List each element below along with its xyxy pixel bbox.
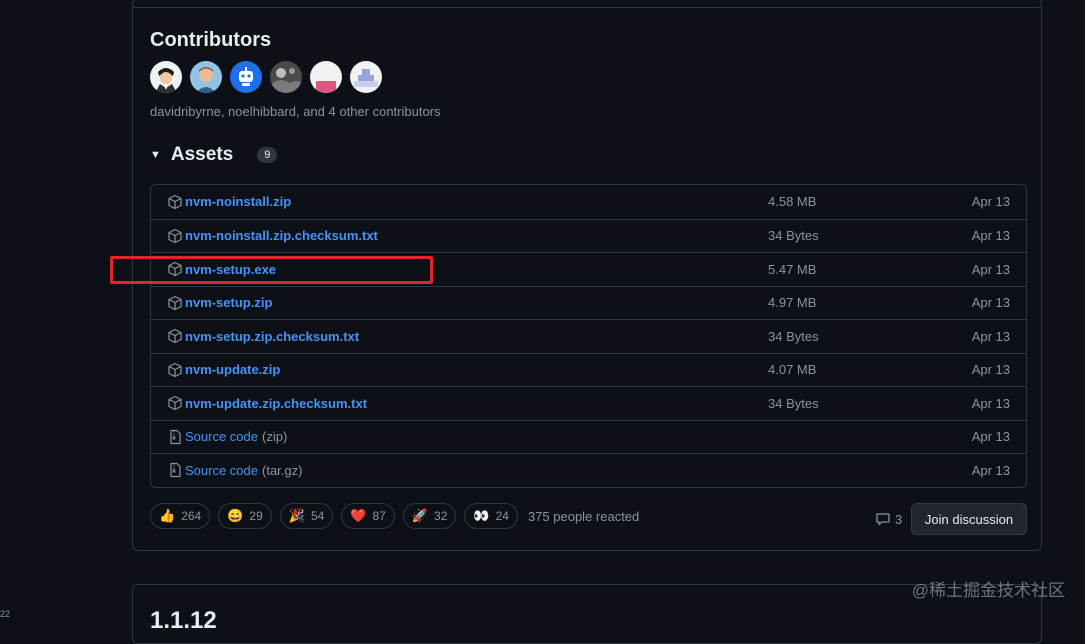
avatar[interactable] [350, 61, 382, 93]
asset-name[interactable]: nvm-noinstall.zip.checksum.txt [185, 228, 378, 243]
reaction-thumbs-up[interactable]: 👍 264 [150, 503, 211, 529]
reaction-laugh[interactable]: 😄 29 [218, 503, 272, 529]
asset-size: 5.47 MB [768, 261, 817, 277]
reaction-count: 54 [310, 509, 325, 523]
asset-row: nvm-update.zip 4.07 MB Apr 13 [151, 352, 1026, 387]
asset-date: Apr 13 [971, 429, 1010, 445]
caret-down-icon[interactable]: ▼ [150, 149, 161, 161]
hooray-icon: 🎉 [288, 508, 305, 523]
asset-link[interactable]: nvm-noinstall.zip.checksum.txt [167, 228, 378, 244]
asset-row: nvm-noinstall.zip 4.58 MB Apr 13 [151, 185, 1026, 219]
asset-row: nvm-setup.exe 5.47 MB Apr 13 [151, 252, 1026, 286]
avatar[interactable] [230, 61, 262, 93]
source-code-link[interactable]: Source code (tar.gz) [167, 462, 302, 478]
asset-name[interactable]: nvm-setup.zip.checksum.txt [185, 329, 359, 344]
assets-count-badge: 9 [257, 147, 278, 163]
asset-size: 4.07 MB [768, 362, 817, 378]
reaction-count: 87 [372, 509, 386, 523]
package-icon [168, 194, 182, 209]
package-icon [168, 295, 182, 310]
assets-heading: Assets [170, 144, 234, 165]
avatar[interactable] [190, 61, 222, 93]
reactions-summary: 375 people reacted [527, 508, 640, 524]
file-zip-icon [170, 429, 181, 444]
comment-icon [876, 513, 890, 526]
assets-list: nvm-noinstall.zip 4.58 MB Apr 13 nvm-noi… [150, 184, 1027, 488]
reaction-count: 29 [249, 509, 263, 523]
asset-link[interactable]: nvm-update.zip.checksum.txt [167, 395, 367, 411]
avatar[interactable] [310, 61, 342, 93]
contributors-heading: Contributors [150, 29, 272, 51]
reaction-rocket[interactable]: 🚀 32 [402, 503, 457, 529]
asset-date: Apr 13 [971, 194, 1010, 210]
source-code-format[interactable]: (zip) [262, 429, 287, 444]
avatar[interactable] [270, 61, 302, 93]
asset-row: nvm-update.zip.checksum.txt 34 Bytes Apr… [151, 386, 1026, 420]
next-release-card: 1.1.12 [132, 584, 1042, 644]
source-code-format[interactable]: (tar.gz) [262, 463, 302, 478]
reaction-hooray[interactable]: 🎉 54 [279, 503, 334, 529]
rocket-icon: 🚀 [411, 508, 429, 523]
asset-size: 34 Bytes [768, 328, 819, 344]
reaction-count: 24 [495, 509, 509, 523]
asset-date: Apr 13 [971, 261, 1010, 277]
package-icon [168, 396, 182, 411]
thumbs-up-icon: 👍 [159, 508, 176, 523]
divider [133, 7, 1041, 8]
file-zip-icon [170, 463, 181, 478]
reaction-heart[interactable]: ❤️ 87 [341, 503, 395, 529]
asset-name[interactable]: nvm-setup.exe [185, 262, 276, 277]
asset-link[interactable]: nvm-setup.zip.checksum.txt [167, 328, 359, 344]
contributors-summary: davidribyrne, noelhibbard, and 4 other c… [150, 104, 441, 119]
watermark: @稀土掘金技术社区 [911, 581, 1065, 600]
asset-date: Apr 13 [971, 228, 1010, 244]
asset-name[interactable]: nvm-update.zip.checksum.txt [185, 396, 367, 411]
source-row: Source code (zip) Apr 13 [151, 419, 1026, 454]
package-icon [168, 362, 182, 377]
source-code-label[interactable]: Source code [185, 429, 258, 444]
package-icon [168, 329, 182, 344]
asset-date: Apr 13 [971, 395, 1010, 411]
asset-size: 34 Bytes [768, 228, 819, 244]
asset-link[interactable]: nvm-update.zip [167, 362, 280, 378]
comment-count[interactable]: 3 [875, 511, 902, 527]
heart-icon: ❤️ [350, 508, 367, 523]
asset-date: Apr 13 [971, 295, 1010, 311]
release-card: Contributors davidribyrne, noelhibbard, … [132, 0, 1042, 551]
asset-link[interactable]: nvm-noinstall.zip [167, 194, 291, 210]
asset-name[interactable]: nvm-noinstall.zip [185, 194, 291, 209]
laugh-icon: 😄 [227, 508, 244, 523]
reaction-eyes[interactable]: 👀 24 [464, 503, 518, 529]
comment-count-value: 3 [895, 511, 903, 527]
source-code-link[interactable]: Source code (zip) [167, 429, 287, 445]
package-icon [168, 228, 182, 243]
asset-date: Apr 13 [971, 328, 1010, 344]
asset-size: 4.58 MB [768, 194, 817, 210]
asset-row: nvm-setup.zip 4.97 MB Apr 13 [151, 285, 1026, 320]
source-code-label[interactable]: Source code [185, 463, 258, 478]
asset-name[interactable]: nvm-setup.zip [185, 295, 272, 310]
reaction-count: 264 [181, 509, 202, 523]
asset-row: nvm-noinstall.zip.checksum.txt 34 Bytes … [151, 218, 1026, 253]
join-discussion-button[interactable]: Join discussion [911, 503, 1027, 535]
asset-size: 4.97 MB [768, 295, 817, 311]
package-icon [168, 262, 182, 277]
asset-link[interactable]: nvm-setup.exe [167, 261, 276, 277]
asset-date: Apr 13 [971, 462, 1010, 478]
asset-size: 34 Bytes [768, 395, 819, 411]
asset-row: nvm-setup.zip.checksum.txt 34 Bytes Apr … [151, 319, 1026, 353]
source-row: Source code (tar.gz) Apr 13 [151, 453, 1026, 487]
asset-name[interactable]: nvm-update.zip [185, 362, 280, 377]
asset-link[interactable]: nvm-setup.zip [167, 295, 272, 311]
reactions-bar: 👍 264 😄 29 🎉 54 ❤️ 87 🚀 32 👀 24 375 peop… [150, 503, 639, 529]
assets-header[interactable]: ▼ Assets 9 [150, 144, 278, 166]
contributor-avatars [150, 61, 382, 93]
release-title[interactable]: 1.1.12 [150, 607, 217, 635]
asset-date: Apr 13 [971, 362, 1010, 378]
avatar[interactable] [150, 61, 182, 93]
eyes-icon: 👀 [473, 508, 490, 523]
reaction-count: 32 [434, 509, 448, 523]
